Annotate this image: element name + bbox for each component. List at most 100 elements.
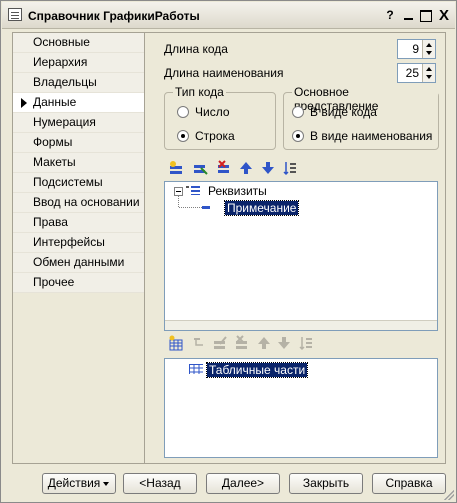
decrement-icon[interactable] (426, 75, 432, 79)
chevron-down-icon (103, 482, 109, 486)
sort-icon[interactable] (282, 160, 298, 176)
tree-node-label[interactable]: Примечание (223, 200, 300, 216)
code-length-value[interactable]: 9 (412, 42, 419, 56)
nav-item[interactable]: Подсистемы (13, 173, 144, 193)
horizontal-scrollbar[interactable] (165, 320, 437, 330)
add-icon[interactable] (168, 160, 184, 176)
help-button[interactable]: Справка (372, 473, 446, 494)
catalog-icon (8, 8, 22, 21)
title-bar[interactable]: Справочник ГрафикиРаботы ? X (2, 2, 455, 29)
nav-item-label: Формы (33, 135, 73, 149)
tree-node-note[interactable]: Примечание (223, 200, 300, 216)
nav-item-label: Данные (33, 95, 77, 109)
resize-grip[interactable] (444, 490, 454, 500)
close-window-button[interactable]: X (436, 8, 452, 23)
radio-label: Число (195, 105, 230, 119)
attributes-folder-icon (186, 186, 200, 195)
move-down-icon[interactable] (260, 160, 276, 176)
stepper-arrows[interactable] (422, 64, 435, 82)
radio-dot[interactable] (292, 130, 304, 142)
name-length-value[interactable]: 25 (406, 66, 419, 80)
add-child-icon[interactable] (190, 335, 206, 351)
nav-item[interactable]: Основные (13, 33, 144, 53)
delete-icon[interactable] (216, 160, 232, 176)
collapse-icon[interactable] (174, 187, 183, 196)
add-icon[interactable] (168, 160, 184, 176)
code-type-number-radio[interactable]: Число (177, 104, 230, 120)
sort-icon[interactable] (298, 335, 314, 351)
tabular-parts-tree[interactable]: Табличные части (164, 358, 438, 458)
window: Справочник ГрафикиРаботы ? X Основные Иер… (0, 0, 457, 503)
help-titlebar-button[interactable]: ? (382, 8, 398, 23)
code-length-stepper[interactable]: 9 (397, 39, 436, 59)
move-up-icon[interactable] (256, 335, 272, 351)
sort-icon[interactable] (282, 160, 298, 176)
code-type-string-radio[interactable]: Строка (177, 128, 235, 144)
tree-node-tabular-parts[interactable]: Табличные части (205, 362, 309, 378)
add-child-icon[interactable] (192, 160, 208, 176)
window-title: Справочник ГрафикиРаботы (28, 9, 200, 23)
nav-item[interactable]: Иерархия (13, 53, 144, 73)
code-type-group: Тип кода Число Строка (164, 85, 276, 150)
attributes-toolbar (168, 160, 308, 178)
back-button[interactable]: <Назад (123, 473, 197, 494)
tree-node-label[interactable]: Табличные части (205, 362, 309, 378)
add-icon[interactable] (168, 335, 184, 351)
code-type-title: Тип кода (173, 85, 226, 99)
minimize-button[interactable] (401, 8, 417, 23)
presentation-code-radio[interactable]: В виде кода (292, 104, 377, 120)
nav-item[interactable]: Нумерация (13, 113, 144, 133)
move-up-icon[interactable] (256, 335, 272, 351)
move-down-icon[interactable] (276, 335, 292, 351)
nav-item-label: Макеты (33, 155, 76, 169)
move-down-icon[interactable] (276, 335, 292, 351)
nav-item-label: Права (33, 215, 68, 229)
edit-icon[interactable] (212, 335, 228, 351)
add-child-icon[interactable] (192, 160, 208, 176)
close-button[interactable]: Закрыть (289, 473, 363, 494)
nav-item[interactable]: Формы (13, 133, 144, 153)
nav-item[interactable]: Владельцы (13, 73, 144, 93)
nav-item[interactable]: Обмен данными (13, 253, 144, 273)
current-section-arrow-icon (21, 98, 27, 108)
nav-item[interactable]: Интерфейсы (13, 233, 144, 253)
edit-icon[interactable] (212, 335, 228, 351)
nav-item-label: Иерархия (33, 55, 88, 69)
actions-button[interactable]: Действия (42, 473, 116, 494)
nav-item-label: Нумерация (33, 115, 96, 129)
delete-icon[interactable] (234, 335, 250, 351)
radio-dot[interactable] (292, 106, 304, 118)
nav-item[interactable]: Ввод на основании (13, 193, 144, 213)
delete-icon[interactable] (234, 335, 250, 351)
move-up-icon[interactable] (238, 160, 254, 176)
sort-icon[interactable] (298, 335, 314, 351)
section-nav: Основные Иерархия Владельцы Данные Нумерация… (12, 32, 145, 464)
code-length-label: Длина кода (164, 42, 228, 56)
move-down-icon[interactable] (260, 160, 276, 176)
nav-item[interactable]: Права (13, 213, 144, 233)
nav-item-label: Основные (33, 35, 90, 49)
attributes-tree[interactable]: Реквизиты Примечание (164, 181, 438, 331)
next-button[interactable]: Далее> (206, 473, 280, 494)
radio-label: Строка (195, 129, 235, 143)
name-length-stepper[interactable]: 25 (397, 63, 436, 83)
increment-icon[interactable] (426, 67, 432, 71)
nav-item[interactable]: Макеты (13, 153, 144, 173)
actions-label: Действия (47, 476, 101, 490)
add-icon[interactable] (168, 335, 184, 351)
increment-icon[interactable] (426, 43, 432, 47)
nav-item-label: Прочее (33, 275, 75, 289)
maximize-button[interactable] (418, 8, 434, 23)
nav-item-label: Ввод на основании (33, 195, 140, 209)
move-up-icon[interactable] (238, 160, 254, 176)
delete-icon[interactable] (216, 160, 232, 176)
stepper-arrows[interactable] (422, 40, 435, 58)
decrement-icon[interactable] (426, 51, 432, 55)
tabular-toolbar (168, 335, 328, 353)
nav-item[interactable]: Данные (13, 93, 144, 113)
nav-item[interactable]: Прочее (13, 273, 144, 293)
presentation-name-radio[interactable]: В виде наименования (292, 128, 432, 144)
radio-dot[interactable] (177, 106, 189, 118)
add-child-icon[interactable] (190, 335, 206, 351)
radio-dot[interactable] (177, 130, 189, 142)
